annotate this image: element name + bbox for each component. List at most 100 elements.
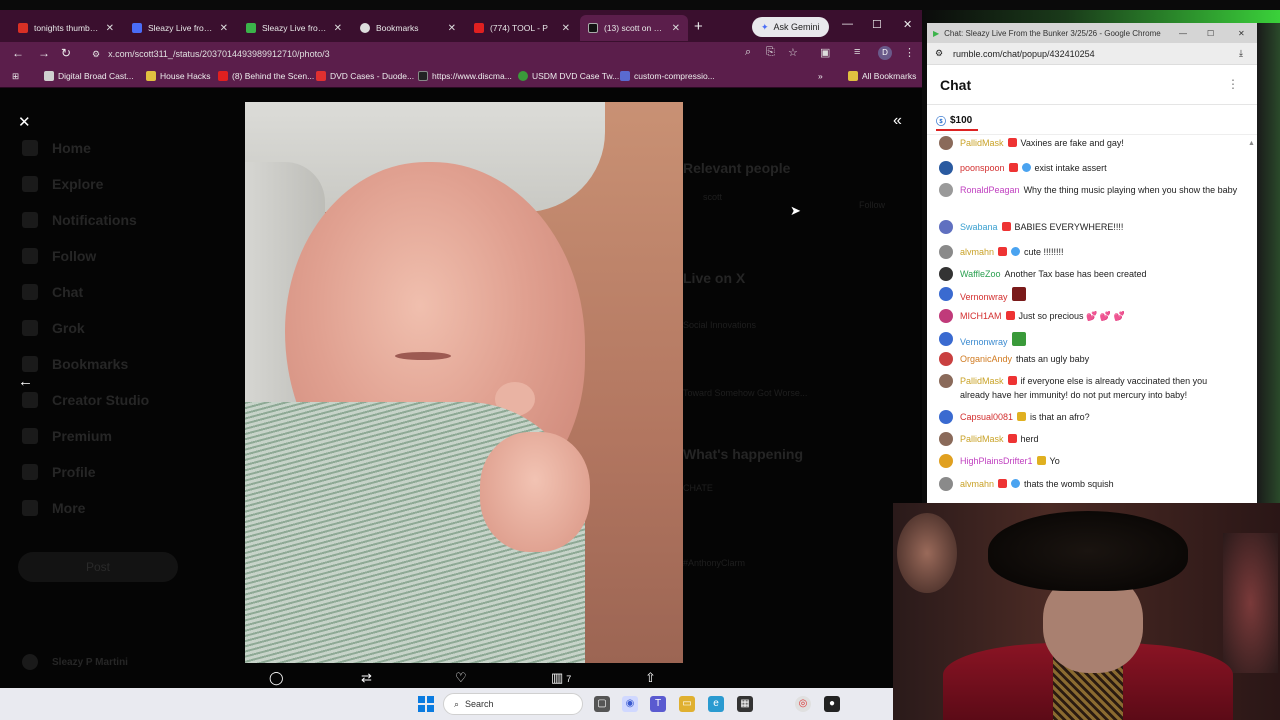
nav-follow[interactable]: Follow <box>22 248 96 264</box>
post-button[interactable]: Post <box>18 552 178 582</box>
close-tab-icon[interactable]: ✕ <box>220 23 228 34</box>
site-info-icon[interactable]: ⚙ <box>92 49 100 60</box>
avatar[interactable] <box>939 183 953 197</box>
back-icon[interactable]: ← <box>12 46 24 60</box>
bookmark-6[interactable]: USDM DVD Case Tw... <box>518 71 619 81</box>
minimize-icon[interactable]: — <box>842 18 853 30</box>
avatar[interactable] <box>939 410 953 424</box>
chat-username[interactable]: Vernonwray <box>960 292 1008 302</box>
apps-grid-icon[interactable]: ⊞ <box>12 71 19 82</box>
nav-more[interactable]: More <box>22 500 85 516</box>
chat-username[interactable]: Capsual0081 <box>960 412 1013 422</box>
close-icon[interactable]: ✕ <box>18 113 31 131</box>
nav-home[interactable]: Home <box>22 140 91 156</box>
nav-profile[interactable]: Profile <box>22 464 96 480</box>
nav-notifications[interactable]: Notifications <box>22 212 137 228</box>
close-tab-icon[interactable]: ✕ <box>672 23 680 34</box>
like-icon[interactable]: ♡ <box>455 670 467 686</box>
zoom-icon[interactable]: ⌕ <box>745 46 751 59</box>
rant-bar[interactable]: ⓢ $100 <box>927 105 1257 135</box>
tab-6-active[interactable]: (13) scott on X: "h ✕ <box>580 15 688 41</box>
avatar[interactable] <box>939 374 953 388</box>
nav-bookmarks[interactable]: Bookmarks <box>22 356 128 372</box>
chat-username[interactable]: OrganicAndy <box>960 354 1012 364</box>
avatar[interactable] <box>939 477 953 491</box>
install-icon[interactable]: ⎘ <box>766 46 775 59</box>
chat-url-bar[interactable]: ⚙ rumble.com/chat/popup/432410254 ⤓ <box>927 43 1257 65</box>
avatar[interactable] <box>939 161 953 175</box>
avatar[interactable] <box>939 136 953 150</box>
account-switcher[interactable]: Sleazy P Martini <box>22 654 128 670</box>
forward-icon[interactable]: → <box>38 46 50 60</box>
reply-icon[interactable]: ◯ <box>269 670 284 686</box>
new-tab-icon[interactable]: + <box>694 18 703 35</box>
profile-avatar[interactable]: D <box>878 46 892 60</box>
chat-username[interactable]: PallidMask <box>960 434 1004 444</box>
views-button[interactable]: ▥ 7 <box>551 670 571 686</box>
collapse-icon[interactable]: « <box>893 112 902 130</box>
previous-photo-icon[interactable]: ← <box>18 373 33 390</box>
chat-menu-icon[interactable]: ⋮ <box>1227 77 1239 91</box>
chat-username[interactable]: Swabana <box>960 222 998 232</box>
close-tab-icon[interactable]: ✕ <box>106 23 114 34</box>
tab-1[interactable]: tonights thumbs - | ✕ <box>10 15 122 41</box>
chrome-icon[interactable]: ◎ <box>795 696 811 712</box>
close-window-icon[interactable]: ✕ <box>903 18 912 31</box>
nav-explore[interactable]: Explore <box>22 176 103 192</box>
download-icon[interactable]: ⤓ <box>1239 48 1243 59</box>
edge-icon[interactable]: e <box>708 696 724 712</box>
bookmark-2[interactable]: House Hacks <box>146 71 211 81</box>
chat-username[interactable]: PallidMask <box>960 376 1004 386</box>
maximize-icon[interactable]: ☐ <box>1207 29 1214 38</box>
avatar[interactable] <box>939 432 953 446</box>
chat-username[interactable]: PallidMask <box>960 138 1004 148</box>
file-explorer-icon[interactable]: ▭ <box>679 696 695 712</box>
bookmark-7[interactable]: custom-compressio... <box>620 71 715 81</box>
minimize-icon[interactable]: — <box>1179 29 1187 38</box>
teams-icon[interactable]: T <box>650 696 666 712</box>
bookmark-1[interactable]: Digital Broad Cast... <box>44 71 134 81</box>
tab-5[interactable]: (774) TOOL - P ✕ <box>466 15 578 41</box>
avatar[interactable] <box>939 454 953 468</box>
chat-username[interactable]: poonspoon <box>960 163 1005 173</box>
menu-kebab-icon[interactable]: ⋮ <box>904 46 915 59</box>
windows-start-icon[interactable] <box>418 696 434 712</box>
chat-username[interactable]: MICH1AM <box>960 311 1002 321</box>
avatar[interactable] <box>939 332 953 346</box>
trend-item[interactable]: CHATE <box>683 483 713 493</box>
task-view-icon[interactable]: ▢ <box>594 696 610 712</box>
avatar[interactable] <box>939 309 953 323</box>
tab-3[interactable]: Sleazy Live from th ✕ <box>238 15 350 41</box>
more-bookmarks-icon[interactable]: » <box>818 71 823 81</box>
nav-premium[interactable]: Premium <box>22 428 112 444</box>
share-icon[interactable]: ⇧ <box>645 670 656 686</box>
maximize-icon[interactable]: ☐ <box>872 18 882 31</box>
address-bar[interactable]: ⚙ x.com/scott311_/status/203701449398991… <box>88 44 808 64</box>
live-item[interactable]: Social Innovations <box>683 320 756 330</box>
taskbar-search[interactable]: ⌕ Search <box>443 693 583 715</box>
nav-grok[interactable]: Grok <box>22 320 85 336</box>
baby-photo[interactable] <box>245 102 683 663</box>
chat-username[interactable]: RonaldPeagan <box>960 185 1020 195</box>
follow-button[interactable]: Follow <box>859 200 885 210</box>
avatar[interactable] <box>939 220 953 234</box>
avatar[interactable] <box>939 287 953 301</box>
extensions-icon[interactable]: ▣ <box>820 46 830 59</box>
repost-icon[interactable]: ⇄ <box>361 670 372 686</box>
media-icon[interactable]: ≡ <box>854 46 860 58</box>
chat-username[interactable]: Vernonwray <box>960 337 1008 347</box>
avatar[interactable] <box>939 267 953 281</box>
tab-2[interactable]: Sleazy Live from th ✕ <box>124 15 236 41</box>
chat-username[interactable]: alvmahn <box>960 247 994 257</box>
bookmark-4[interactable]: DVD Cases - Duode... <box>316 71 414 81</box>
reload-icon[interactable]: ↻ <box>61 46 71 60</box>
avatar[interactable] <box>939 245 953 259</box>
nav-creator-studio[interactable]: Creator Studio <box>22 392 149 408</box>
close-window-icon[interactable]: ✕ <box>1238 29 1245 38</box>
close-tab-icon[interactable]: ✕ <box>334 23 342 34</box>
all-bookmarks[interactable]: All Bookmarks <box>848 71 916 81</box>
chat-username[interactable]: alvmahn <box>960 479 994 489</box>
obs-icon[interactable]: ● <box>824 696 840 712</box>
scroll-up-icon[interactable]: ▲ <box>1248 140 1255 147</box>
bookmark-5[interactable]: https://www.discma... <box>418 71 512 81</box>
